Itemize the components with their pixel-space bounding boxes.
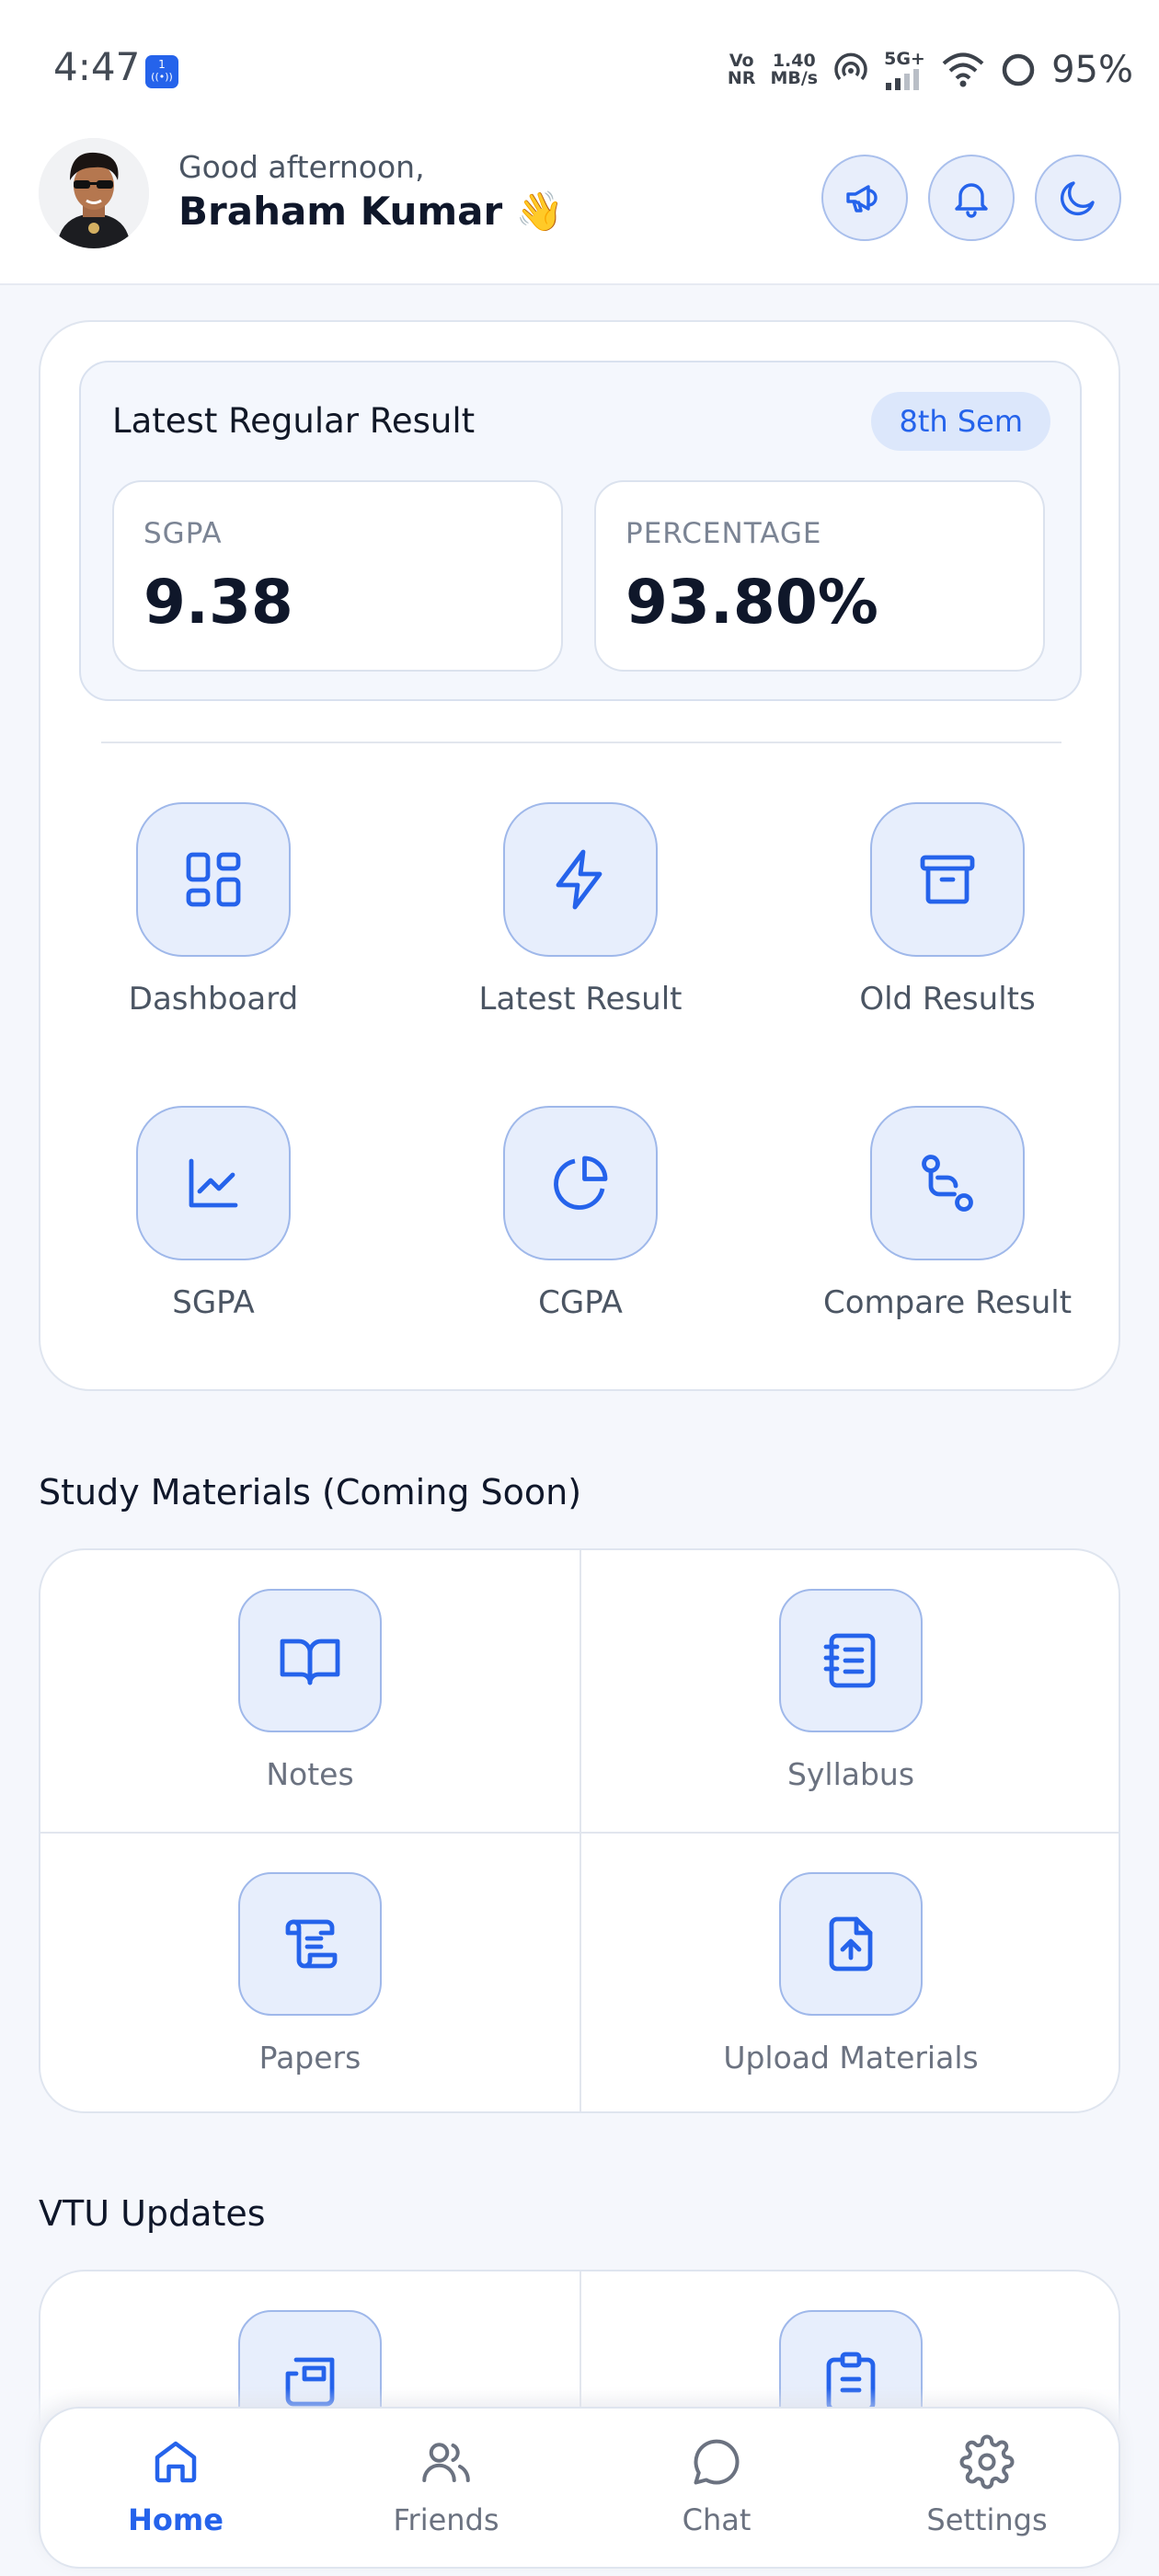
grid-icon-box	[238, 1589, 382, 1732]
grid-icon-box	[779, 1872, 923, 2016]
megaphone-icon	[846, 185, 878, 213]
speed-unit: MB/s	[770, 68, 819, 88]
book-icon	[280, 1639, 340, 1685]
avatar[interactable]	[39, 138, 149, 248]
notifications-button[interactable]	[928, 155, 1015, 241]
bell-icon	[955, 183, 988, 218]
nav-friends[interactable]: Friends	[311, 2409, 581, 2570]
divider	[101, 742, 1061, 743]
menu-item-compare-result[interactable]: Compare Result	[773, 1106, 1122, 1321]
announcements-button[interactable]	[821, 155, 908, 241]
hotspot-icon	[834, 52, 867, 81]
result-card: Latest Regular Result 8th Sem SGPA 9.38 …	[39, 320, 1120, 1391]
nav-label: Friends	[393, 2502, 499, 2537]
grid-label: Papers	[258, 2040, 361, 2076]
grid-icon	[186, 852, 241, 907]
percentage-value: 93.80%	[625, 567, 878, 638]
nav-label: Settings	[926, 2502, 1048, 2537]
volte-indicator: Vo NR	[728, 52, 756, 87]
menu-icon-box	[136, 1106, 291, 1260]
sgpa-stat: SGPA 9.38	[112, 480, 563, 672]
nav-label: Chat	[682, 2502, 752, 2537]
menu-label: SGPA	[172, 1284, 255, 1321]
archive-icon	[920, 855, 975, 904]
network-indicator: 5G+	[884, 48, 926, 90]
menu-icon-box	[870, 1106, 1025, 1260]
menu-item-old-results[interactable]: Old Results	[773, 802, 1122, 1018]
menu-icon-box	[870, 802, 1025, 957]
latest-result-title: Latest Regular Result	[112, 401, 476, 441]
grid-label: Notes	[266, 1756, 354, 1792]
menu-label: Old Results	[859, 981, 1036, 1018]
study-item-papers[interactable]: Papers	[40, 1834, 580, 2111]
scroll-icon	[285, 1919, 338, 1969]
menu-item-latest-result[interactable]: Latest Result	[406, 802, 755, 1018]
notebook-icon	[823, 1633, 876, 1688]
grid-label: Upload Materials	[723, 2040, 979, 2076]
wifi-icon	[942, 52, 984, 87]
latest-result-summary[interactable]: Latest Regular Result 8th Sem SGPA 9.38 …	[79, 361, 1082, 701]
bottom-navigation: Home Friends Chat Settings	[39, 2407, 1120, 2569]
app-header: Good afternoon, Braham Kumar 👋	[0, 138, 1159, 285]
grid-label: Syllabus	[786, 1756, 915, 1792]
theme-toggle-button[interactable]	[1035, 155, 1121, 241]
menu-label: CGPA	[538, 1284, 623, 1321]
menu-item-dashboard[interactable]: Dashboard	[39, 802, 388, 1018]
badge-signal: ((•))	[151, 71, 173, 83]
menu-label: Compare Result	[822, 1284, 1073, 1321]
percentage-label: PERCENTAGE	[625, 517, 822, 550]
study-item-upload-materials[interactable]: Upload Materials	[581, 1834, 1119, 2111]
volte-bottom: NR	[727, 68, 756, 88]
menu-icon-box	[503, 802, 658, 957]
pie-chart-icon	[554, 1156, 608, 1210]
nav-icon-wrap	[581, 2432, 852, 2491]
network-label: 5G+	[884, 48, 925, 69]
nav-icon-wrap	[40, 2432, 311, 2491]
greeting-text: Good afternoon,	[178, 149, 425, 185]
nav-settings[interactable]: Settings	[852, 2409, 1122, 2570]
signal-icon	[886, 68, 920, 90]
friends-icon	[422, 2443, 470, 2482]
chat-icon	[694, 2439, 740, 2485]
grid-icon-box	[779, 1589, 923, 1732]
percentage-stat: PERCENTAGE 93.80%	[594, 480, 1045, 672]
nav-label: Home	[128, 2502, 224, 2537]
home-icon	[155, 2441, 197, 2483]
menu-icon-box	[136, 802, 291, 957]
lightning-icon	[556, 849, 602, 910]
study-materials-title: Study Materials (Coming Soon)	[39, 1472, 582, 1512]
menu-item-cgpa[interactable]: CGPA	[406, 1106, 755, 1321]
sgpa-value: 9.38	[143, 567, 293, 638]
status-time: 4:47	[53, 44, 141, 89]
grid-icon-box	[238, 1872, 382, 2016]
moon-icon	[1061, 181, 1095, 215]
menu-label: Dashboard	[128, 981, 299, 1018]
nav-home[interactable]: Home	[40, 2409, 311, 2570]
semester-badge: 8th Sem	[871, 392, 1050, 451]
vtu-updates-title: VTU Updates	[39, 2193, 266, 2234]
status-bar: 4:47 1 ((•)) Vo NR 1.40 MB/s 5G+ 95%	[0, 0, 1159, 138]
menu-label: Latest Result	[478, 981, 683, 1018]
study-item-notes[interactable]: Notes	[40, 1550, 580, 1832]
badge-count: 1	[158, 58, 166, 71]
line-chart-icon	[189, 1158, 238, 1208]
study-materials-grid: Notes Syllabus Papers Upload Materials	[39, 1548, 1120, 2113]
avatar-image	[39, 138, 149, 248]
hotspot-badge-icon: 1 ((•))	[145, 55, 178, 88]
study-item-syllabus[interactable]: Syllabus	[581, 1550, 1119, 1832]
nav-icon-wrap	[852, 2432, 1122, 2491]
file-upload-icon	[829, 1916, 873, 1972]
user-name: Braham Kumar 👋	[178, 189, 565, 234]
menu-item-sgpa[interactable]: SGPA	[39, 1106, 388, 1321]
settings-icon	[959, 2434, 1015, 2490]
menu-icon-box	[503, 1106, 658, 1260]
status-icons: Vo NR 1.40 MB/s 5G+ 95%	[728, 48, 1133, 92]
nav-icon-wrap	[311, 2432, 581, 2491]
speed-indicator: 1.40 MB/s	[770, 52, 818, 87]
battery-percentage: 95%	[1051, 49, 1133, 91]
sgpa-label: SGPA	[143, 517, 223, 550]
battery-icon	[1002, 53, 1035, 86]
compare-icon	[922, 1155, 973, 1212]
nav-chat[interactable]: Chat	[581, 2409, 852, 2570]
